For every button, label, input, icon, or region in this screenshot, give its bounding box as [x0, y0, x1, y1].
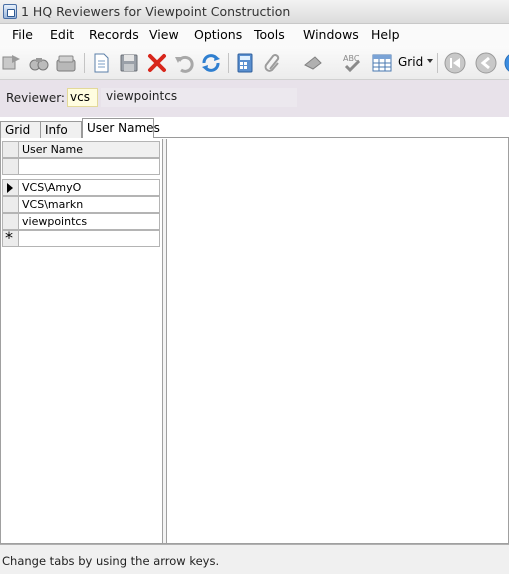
toolbar: ABC Grid [0, 46, 509, 80]
attachment-icon[interactable] [261, 51, 285, 75]
menu-records[interactable]: Records [89, 27, 139, 42]
new-record-icon: * [5, 228, 13, 247]
menu-windows[interactable]: Windows [303, 27, 359, 42]
next-record-icon[interactable] [503, 51, 509, 75]
save-icon[interactable] [117, 51, 141, 75]
spellcheck-icon[interactable]: ABC [340, 51, 364, 75]
tab-info[interactable]: Info [40, 121, 82, 138]
toolbar-separator [84, 53, 85, 73]
grid-header-row: User Name [2, 141, 160, 158]
refresh-icon[interactable] [199, 51, 223, 75]
launch-icon[interactable] [0, 51, 24, 75]
user-name-cell[interactable]: VCS\markn [18, 196, 160, 213]
row-selector[interactable] [2, 196, 19, 213]
menu-options[interactable]: Options [194, 27, 242, 42]
current-row-arrow-icon [7, 183, 13, 193]
toolbar-separator [228, 53, 229, 73]
status-bar: Change tabs by using the arrow keys. [0, 544, 509, 574]
toolbar-separator [437, 53, 438, 73]
tab-user-names[interactable]: User Names [82, 118, 160, 139]
chevron-down-icon[interactable] [427, 59, 433, 63]
new-user-name-cell[interactable] [18, 230, 160, 247]
table-row[interactable]: viewpointcs [2, 213, 160, 230]
tab-grid[interactable]: Grid [0, 121, 41, 138]
user-name-cell[interactable]: VCS\AmyO [18, 179, 160, 196]
new-record-row[interactable]: * [2, 228, 160, 247]
calculator-icon[interactable] [233, 51, 257, 75]
reviewer-name-display: viewpointcs [101, 88, 297, 107]
row-selector[interactable] [2, 158, 19, 175]
menu-tools[interactable]: Tools [254, 27, 285, 42]
column-header-user-name[interactable]: User Name [18, 141, 160, 158]
grid-view-icon[interactable] [370, 51, 394, 75]
window-title: 1 HQ Reviewers for Viewpoint Constructio… [21, 4, 291, 19]
row-selector[interactable]: * [2, 228, 19, 247]
find-icon[interactable] [27, 51, 51, 75]
table-row[interactable]: VCS\AmyO [2, 179, 160, 196]
clear-icon[interactable] [301, 51, 325, 75]
header-corner [2, 141, 19, 158]
menu-help[interactable]: Help [371, 27, 400, 42]
title-bar: 1 HQ Reviewers for Viewpoint Constructio… [0, 0, 509, 24]
app-icon [3, 4, 17, 19]
reviewer-code-field[interactable]: vcs [67, 88, 98, 107]
menu-edit[interactable]: Edit [50, 27, 74, 42]
reviewer-label: Reviewer: [6, 91, 65, 105]
first-record-icon[interactable] [443, 51, 467, 75]
menu-view[interactable]: View [149, 27, 179, 42]
menu-file[interactable]: File [12, 27, 33, 42]
grid-filter-row [2, 158, 160, 175]
status-text: Change tabs by using the arrow keys. [2, 554, 220, 568]
grid-view-label[interactable]: Grid [398, 55, 423, 69]
row-selector[interactable] [2, 179, 19, 196]
previous-record-icon[interactable] [474, 51, 498, 75]
delete-icon[interactable] [145, 51, 169, 75]
user-name-cell[interactable]: viewpointcs [18, 213, 160, 230]
new-icon[interactable] [89, 51, 113, 75]
menu-bar: File Edit Records View Options Tools Win… [0, 24, 509, 46]
table-row[interactable]: VCS\markn [2, 196, 160, 213]
filter-cell[interactable] [18, 158, 160, 175]
folders-icon[interactable] [54, 51, 78, 75]
pane-splitter[interactable] [162, 139, 167, 543]
undo-icon[interactable] [172, 51, 196, 75]
